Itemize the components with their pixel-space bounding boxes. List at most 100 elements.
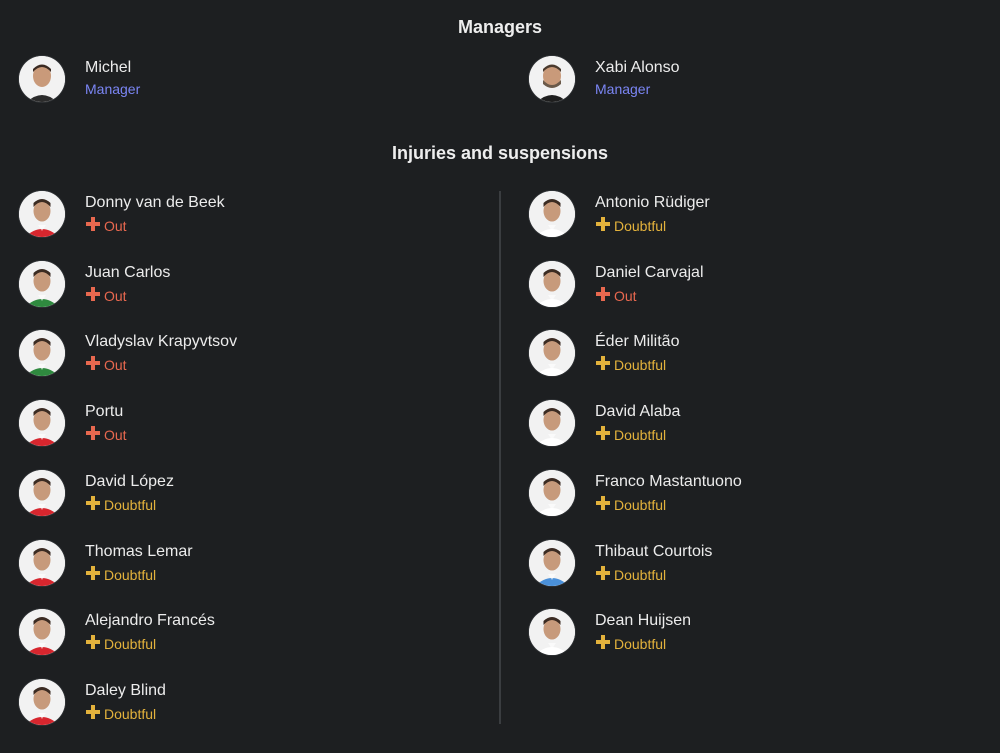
player-name: Éder Militão xyxy=(595,333,680,350)
status-label: Out xyxy=(104,426,127,443)
player-avatar xyxy=(529,400,575,446)
player-avatar xyxy=(529,261,575,307)
player-status: Out xyxy=(595,286,637,305)
doubtful-icon xyxy=(595,355,614,374)
player-name: David Alaba xyxy=(595,403,681,420)
doubtful-icon xyxy=(595,565,614,584)
doubtful-icon xyxy=(595,425,614,444)
out-icon xyxy=(85,286,104,305)
player-status: Out xyxy=(85,425,127,444)
status-label: Doubtful xyxy=(614,635,667,652)
injury-row[interactable]: Juan Carlos Out xyxy=(19,261,439,309)
player-avatar xyxy=(19,540,65,586)
injury-row[interactable]: Daley Blind Doubtful xyxy=(19,679,439,727)
player-avatar xyxy=(19,191,65,237)
status-label: Out xyxy=(614,287,637,304)
injury-row[interactable]: Franco Mastantuono Doubtful xyxy=(529,470,949,518)
manager-avatar xyxy=(529,56,575,102)
player-avatar xyxy=(529,470,575,516)
player-name: Juan Carlos xyxy=(85,264,171,281)
player-status: Doubtful xyxy=(595,425,666,444)
status-label: Doubtful xyxy=(104,566,157,583)
player-avatar xyxy=(529,191,575,237)
status-label: Doubtful xyxy=(614,217,667,234)
injury-row[interactable]: Dean Huijsen Doubtful xyxy=(529,609,949,657)
status-label: Doubtful xyxy=(104,635,157,652)
injury-row[interactable]: Portu Out xyxy=(19,400,439,448)
injury-row[interactable]: Éder Militão Doubtful xyxy=(529,330,949,378)
player-avatar xyxy=(19,609,65,655)
player-avatar xyxy=(19,330,65,376)
status-label: Doubtful xyxy=(614,496,667,513)
doubtful-icon xyxy=(595,495,614,514)
injury-row[interactable]: Donny van de Beek Out xyxy=(19,191,439,239)
player-name: Antonio Rüdiger xyxy=(595,194,710,211)
player-status: Out xyxy=(85,216,127,235)
status-label: Doubtful xyxy=(614,356,667,373)
player-name: Alejandro Francés xyxy=(85,612,215,629)
player-status: Doubtful xyxy=(595,495,666,514)
player-status: Doubtful xyxy=(595,355,666,374)
status-label: Doubtful xyxy=(104,705,157,722)
status-label: Doubtful xyxy=(614,426,667,443)
player-name: Thibaut Courtois xyxy=(595,543,713,560)
player-name: Thomas Lemar xyxy=(85,543,193,560)
doubtful-icon xyxy=(595,216,614,235)
out-icon xyxy=(85,216,104,235)
manager-away[interactable]: Xabi Alonso Manager xyxy=(529,56,949,104)
injury-row[interactable]: Alejandro Francés Doubtful xyxy=(19,609,439,657)
out-icon xyxy=(85,355,104,374)
player-status: Doubtful xyxy=(595,565,666,584)
injury-row[interactable]: Antonio Rüdiger Doubtful xyxy=(529,191,949,239)
status-label: Out xyxy=(104,356,127,373)
player-status: Doubtful xyxy=(85,565,156,584)
manager-home[interactable]: Michel Manager xyxy=(19,56,439,104)
managers-heading: Managers xyxy=(457,17,543,37)
player-status: Out xyxy=(85,286,127,305)
player-name: Dean Huijsen xyxy=(595,612,692,629)
manager-role: Manager xyxy=(595,81,651,97)
player-avatar xyxy=(529,330,575,376)
status-label: Doubtful xyxy=(614,566,667,583)
injury-row[interactable]: David López Doubtful xyxy=(19,470,439,518)
manager-name: Xabi Alonso xyxy=(595,59,680,76)
player-status: Out xyxy=(85,355,127,374)
player-avatar xyxy=(19,470,65,516)
injuries-heading: Injuries and suspensions xyxy=(391,143,609,163)
injury-row[interactable]: Thibaut Courtois Doubtful xyxy=(529,540,949,588)
doubtful-icon xyxy=(85,565,104,584)
status-label: Doubtful xyxy=(104,496,157,513)
player-avatar xyxy=(529,609,575,655)
player-name: Daley Blind xyxy=(85,682,166,699)
out-icon xyxy=(595,286,614,305)
player-status: Doubtful xyxy=(85,495,156,514)
player-status: Doubtful xyxy=(595,634,666,653)
column-divider xyxy=(499,191,501,724)
doubtful-icon xyxy=(85,634,104,653)
injury-row[interactable]: Daniel Carvajal Out xyxy=(529,261,949,309)
player-name: Vladyslav Krapyvtsov xyxy=(85,333,238,350)
player-avatar xyxy=(19,400,65,446)
player-name: Franco Mastantuono xyxy=(595,473,742,490)
manager-role: Manager xyxy=(85,81,141,97)
injury-row[interactable]: David Alaba Doubtful xyxy=(529,400,949,448)
doubtful-icon xyxy=(85,704,104,723)
player-status: Doubtful xyxy=(85,704,156,723)
doubtful-icon xyxy=(85,495,104,514)
player-status: Doubtful xyxy=(85,634,156,653)
player-name: David López xyxy=(85,473,174,490)
player-status: Doubtful xyxy=(595,216,666,235)
manager-avatar xyxy=(19,56,65,102)
player-avatar xyxy=(529,540,575,586)
player-avatar xyxy=(19,679,65,725)
injury-row[interactable]: Vladyslav Krapyvtsov Out xyxy=(19,330,439,378)
status-label: Out xyxy=(104,217,127,234)
out-icon xyxy=(85,425,104,444)
player-name: Daniel Carvajal xyxy=(595,264,704,281)
player-name: Donny van de Beek xyxy=(85,194,225,211)
status-label: Out xyxy=(104,287,127,304)
doubtful-icon xyxy=(595,634,614,653)
injury-row[interactable]: Thomas Lemar Doubtful xyxy=(19,540,439,588)
player-name: Portu xyxy=(85,403,124,420)
manager-name: Michel xyxy=(85,59,132,76)
